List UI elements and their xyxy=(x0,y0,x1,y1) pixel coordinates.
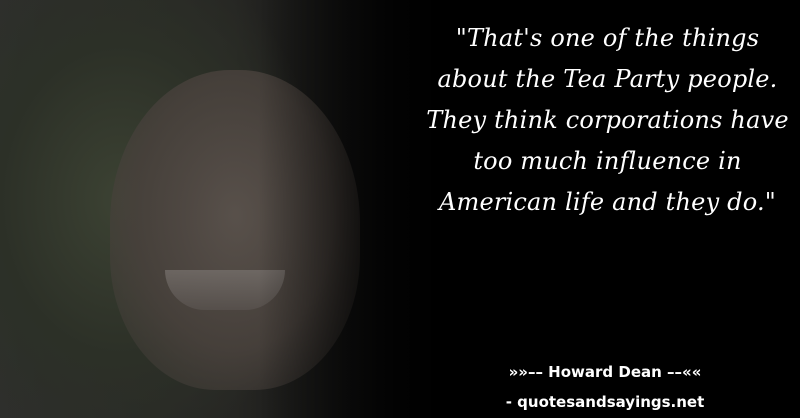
portrait-fade-overlay xyxy=(0,0,470,418)
speaker-portrait-photo xyxy=(0,0,470,418)
source-site: - quotesandsayings.net xyxy=(505,393,705,411)
quote-author: »»–– Howard Dean ––«« xyxy=(508,363,702,381)
quote-text: "That's one of the things about the Tea … xyxy=(426,24,789,216)
